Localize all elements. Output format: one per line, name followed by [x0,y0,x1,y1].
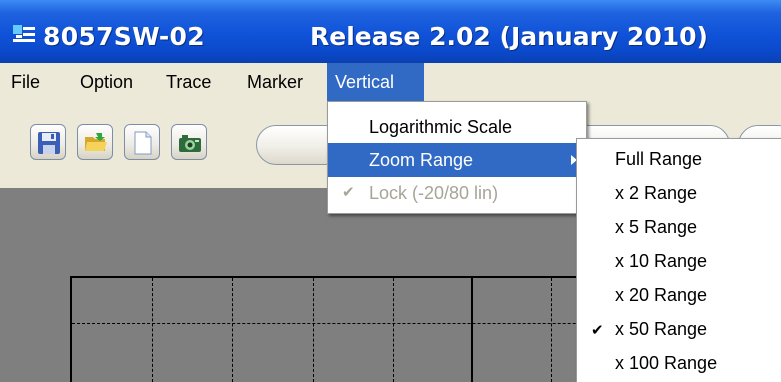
release-label: Release 2.02 (January 2010) [310,22,708,51]
menu-file[interactable]: File [3,63,48,102]
open-button[interactable] [77,124,113,160]
x100-range-item[interactable]: x 100 Range [577,346,781,380]
window-title: 8057SW-02 [43,22,205,51]
lock-item[interactable]: ✔ Lock (-20/80 lin) [328,176,586,210]
grid-line [232,278,233,382]
title-bar: 8057SW-02 Release 2.02 (January 2010) [0,0,781,63]
x50-range-item[interactable]: ✔ x 50 Range [577,312,781,346]
x20-range-item[interactable]: x 20 Range [577,278,781,312]
zoom-range-submenu: Full Range x 2 Range x 5 Range x 10 Rang… [576,138,781,382]
logarithmic-scale-item[interactable]: Logarithmic Scale [328,110,586,144]
new-document-button[interactable] [124,124,160,160]
grid-line [152,278,153,382]
new-document-icon [134,131,152,155]
open-folder-icon [85,133,107,151]
grid-line [393,278,394,382]
menu-marker[interactable]: Marker [239,63,311,102]
x10-range-item[interactable]: x 10 Range [577,244,781,278]
full-range-item[interactable]: Full Range [577,142,781,176]
zoom-range-item[interactable]: Zoom Range [328,143,586,177]
x2-range-item[interactable]: x 2 Range [577,176,781,210]
save-button[interactable] [30,124,66,160]
vertical-menu: Logarithmic Scale Zoom Range ✔ Lock (-20… [327,101,587,214]
x5-range-item[interactable]: x 5 Range [577,210,781,244]
menu-option[interactable]: Option [72,63,141,102]
checkmark-icon: ✔ [342,184,355,201]
save-icon [38,132,60,154]
menu-vertical[interactable]: Vertical [327,63,424,102]
app-icon [13,25,35,42]
snapshot-button[interactable] [171,124,207,160]
menu-trace[interactable]: Trace [158,63,219,102]
menu-bar: File Option Trace Marker Vertical [0,63,781,103]
grid-line [551,278,552,382]
grid-line [313,278,314,382]
checkmark-icon: ✔ [591,322,604,339]
grid-center-line [471,278,473,382]
camera-icon [179,135,201,152]
